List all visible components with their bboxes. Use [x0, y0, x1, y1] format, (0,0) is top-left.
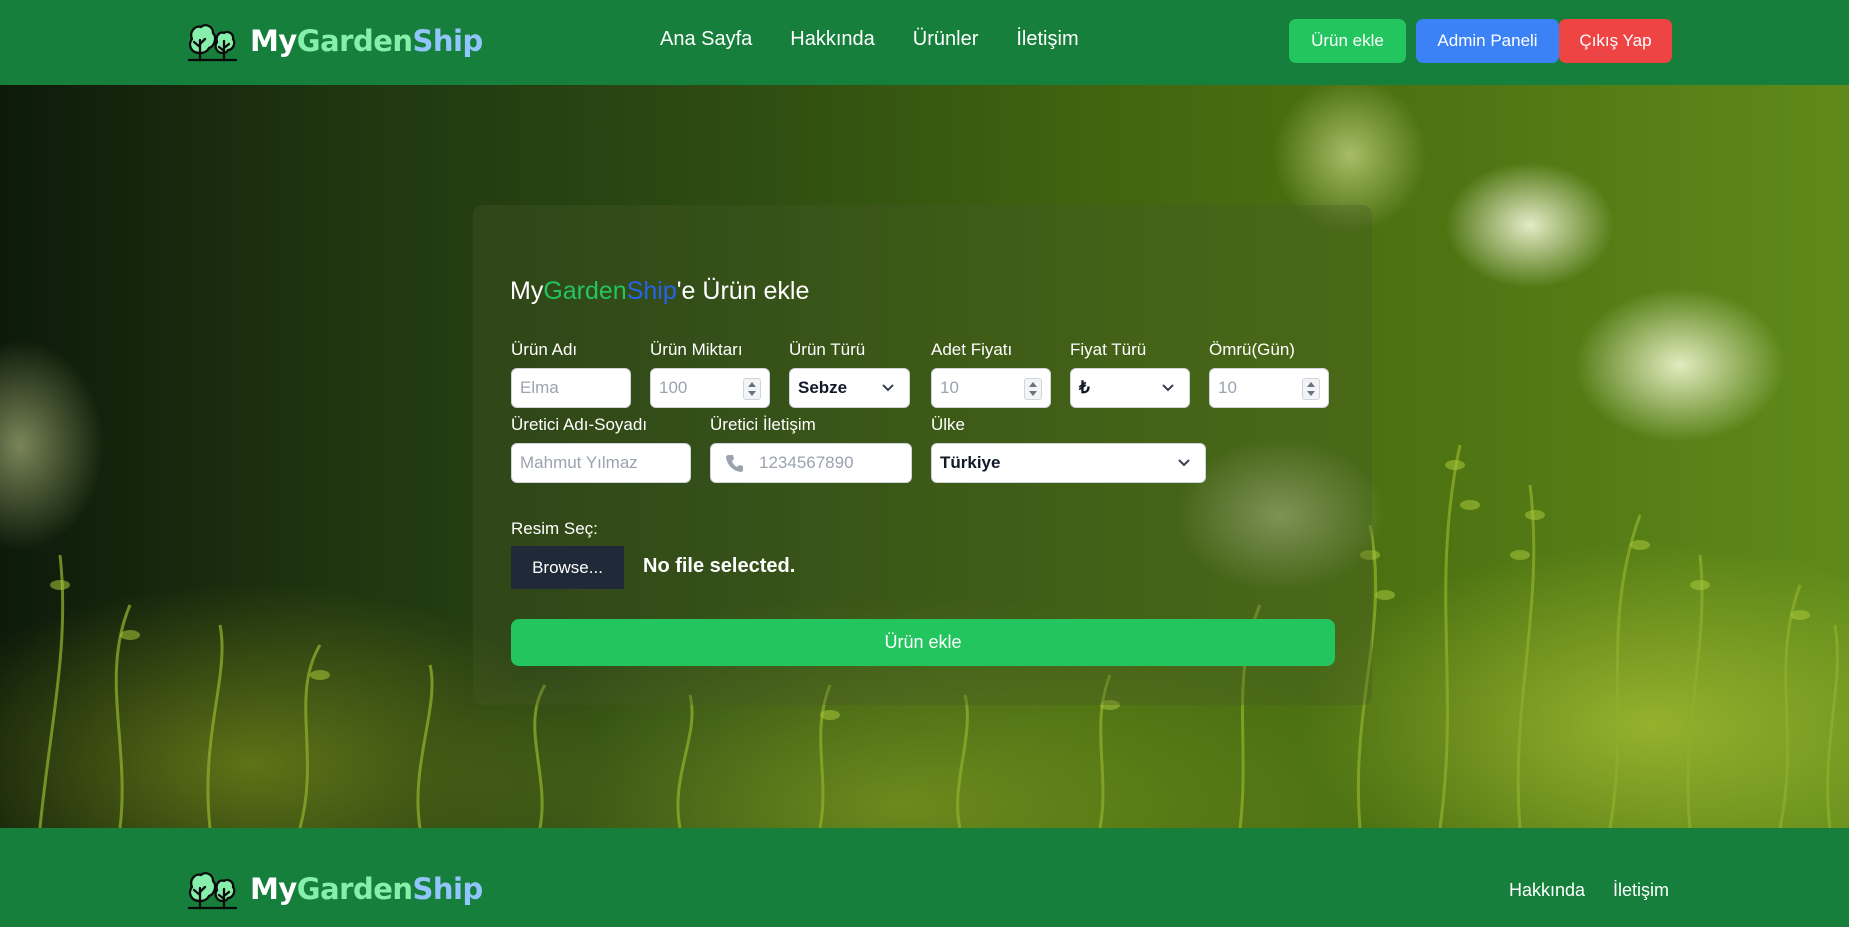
add-product-button[interactable]: Ürün ekle — [1289, 19, 1406, 63]
chevron-down-icon — [1162, 384, 1174, 392]
currency-label: Fiyat Türü — [1070, 340, 1147, 359]
phone-icon — [726, 455, 743, 472]
admin-panel-button[interactable]: Admin Paneli — [1416, 19, 1559, 63]
currency-select[interactable]: ₺ — [1070, 368, 1190, 408]
spinner-icon[interactable] — [743, 378, 761, 400]
producer-contact-label: Üretici İletişim — [710, 415, 816, 434]
footer-links: Hakkında İletişim — [1509, 880, 1669, 901]
form-title: MyGardenShip'e Ürün ekle — [510, 277, 810, 305]
chevron-down-icon — [1178, 459, 1190, 467]
product-name-label: Ürün Adı — [511, 340, 578, 359]
file-status: No file selected. — [643, 555, 796, 577]
product-type-label: Ürün Türü — [789, 340, 866, 359]
nav-links: Ana Sayfa Hakkında Ürünler İletişim — [660, 28, 1079, 51]
quantity-label: Ürün Miktarı — [650, 340, 743, 359]
lifespan-label: Ömrü(Gün) — [1209, 340, 1295, 359]
spinner-icon[interactable] — [1024, 378, 1042, 400]
tree-logo-icon — [187, 872, 238, 910]
nav-link-home[interactable]: Ana Sayfa — [660, 28, 752, 51]
producer-contact-input[interactable]: 1234567890 — [710, 443, 912, 483]
brand-name: MyGardenShip — [250, 24, 483, 58]
nav-link-about[interactable]: Hakkında — [790, 28, 875, 51]
brand[interactable]: MyGardenShip — [186, 20, 483, 62]
footer: MyGardenShip Hakkında İletişim — [0, 828, 1849, 927]
producer-label: Üretici Adı-Soyadı — [511, 415, 648, 434]
nav-link-contact[interactable]: İletişim — [1016, 28, 1078, 51]
product-name-input[interactable]: Elma — [511, 368, 631, 408]
producer-input[interactable]: Mahmut Yılmaz — [511, 443, 691, 483]
tree-logo-icon — [187, 24, 238, 62]
submit-button[interactable]: Ürün ekle — [511, 619, 1335, 666]
country-select[interactable]: Türkiye — [931, 443, 1206, 483]
footer-link-about[interactable]: Hakkında — [1509, 880, 1585, 901]
hero-background — [0, 85, 1849, 828]
nav-link-products[interactable]: Ürünler — [913, 28, 979, 51]
quantity-input[interactable]: 100 — [650, 368, 770, 408]
footer-brand[interactable]: MyGardenShip — [186, 868, 483, 910]
unit-price-input[interactable]: 10 — [931, 368, 1051, 408]
footer-link-contact[interactable]: İletişim — [1613, 880, 1669, 901]
spinner-icon[interactable] — [1302, 378, 1320, 400]
lifespan-input[interactable]: 10 — [1209, 368, 1329, 408]
logout-button[interactable]: Çıkış Yap — [1559, 19, 1672, 63]
chevron-down-icon — [882, 384, 894, 392]
country-label: Ülke — [931, 415, 966, 434]
navbar: MyGardenShip Ana Sayfa Hakkında Ürünler … — [0, 0, 1849, 85]
image-label: Resim Seç: — [511, 519, 598, 538]
unit-price-label: Adet Fiyatı — [931, 340, 1013, 359]
footer-brand-name: MyGardenShip — [250, 872, 483, 906]
browse-button[interactable]: Browse... — [511, 546, 624, 589]
product-type-select[interactable]: Sebze — [789, 368, 910, 408]
nav-actions: Ürün ekle Admin Paneli Çıkış Yap — [1289, 19, 1672, 63]
